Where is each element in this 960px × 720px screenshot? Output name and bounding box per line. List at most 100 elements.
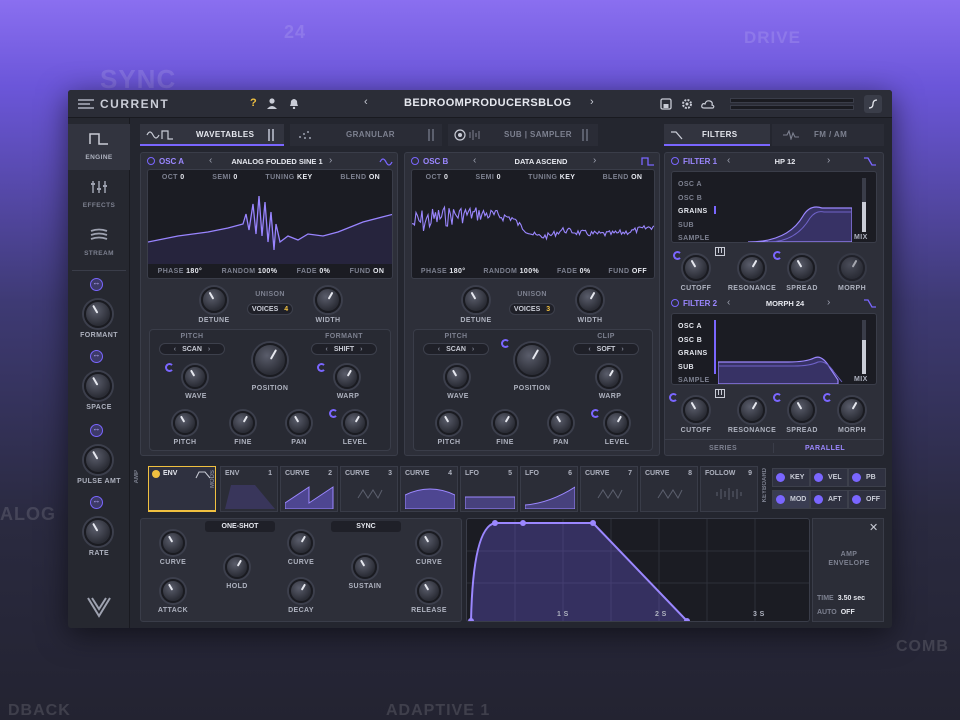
fine-knob[interactable] xyxy=(493,411,517,435)
drag-handle-icon[interactable] xyxy=(852,495,861,504)
prev-preset-icon[interactable]: ‹ xyxy=(364,96,368,108)
param-value[interactable]: ON xyxy=(373,268,384,275)
sustain-knob[interactable] xyxy=(353,555,377,579)
mod-slot[interactable]: CURVE 2 xyxy=(280,466,338,512)
series-button[interactable]: SERIES xyxy=(693,445,753,452)
prev-wave-icon[interactable]: ‹ xyxy=(473,155,476,166)
mix-slider[interactable] xyxy=(862,178,866,232)
clip-mode-selector[interactable]: ‹ SOFT › xyxy=(573,343,639,355)
param-value[interactable]: KEY xyxy=(560,174,576,181)
prev-wave-icon[interactable]: ‹ xyxy=(209,155,212,166)
off-source-button[interactable]: OFF xyxy=(848,490,886,509)
formant-macro-knob[interactable] xyxy=(84,300,112,328)
time-readout[interactable]: TIME 3.50 sec xyxy=(817,595,881,607)
auto-toggle[interactable]: AUTO OFF xyxy=(817,609,881,621)
detune-knob[interactable] xyxy=(201,287,227,313)
param-value[interactable]: 100% xyxy=(520,268,540,275)
filter2-cutoff-knob[interactable] xyxy=(683,397,709,423)
filter2-display[interactable]: OSC A OSC B GRAINS SUB SAMPLE MIX xyxy=(671,313,877,385)
one-shot-toggle[interactable]: ONE-SHOT xyxy=(205,521,275,532)
filter1-morph-knob[interactable] xyxy=(839,255,865,281)
curve-menu-button[interactable] xyxy=(864,95,882,113)
space-macro-knob[interactable] xyxy=(84,372,112,400)
mod-slot[interactable]: FOLLOW 9 xyxy=(700,466,758,512)
drag-handle-icon[interactable] xyxy=(152,470,160,478)
param-value[interactable]: 0% xyxy=(580,268,591,275)
mod-slot[interactable]: LFO 5 xyxy=(460,466,518,512)
sidebar-tab-stream[interactable]: STREAM xyxy=(68,220,130,266)
parallel-button[interactable]: PARALLEL xyxy=(795,445,855,452)
filter-slope-icon[interactable] xyxy=(863,299,877,308)
key-source-button[interactable]: KEY xyxy=(772,468,810,487)
mod-slot[interactable]: ENV 1 xyxy=(220,466,278,512)
route-grains[interactable]: GRAINS xyxy=(678,347,710,361)
tab-filters[interactable]: FILTERS xyxy=(664,124,770,146)
param-value[interactable]: 100% xyxy=(258,268,278,275)
filter1-resonance-knob[interactable] xyxy=(739,255,765,281)
width-knob[interactable] xyxy=(577,287,603,313)
param-value[interactable]: 0 xyxy=(180,174,184,181)
route-sample[interactable]: SAMPLE xyxy=(678,374,710,384)
close-icon[interactable]: ✕ xyxy=(869,521,878,534)
osc-a-display[interactable]: OCT 0 SEMI 0 TUNING KEY BLEND ON PHASE 1… xyxy=(147,169,393,279)
decay-knob[interactable] xyxy=(289,579,313,603)
sync-toggle[interactable]: SYNC xyxy=(331,521,401,532)
macro-mod-button[interactable] xyxy=(90,278,103,291)
sidebar-tab-effects[interactable]: EFFECTS xyxy=(68,172,130,218)
pan-knob[interactable] xyxy=(549,411,573,435)
filter-type[interactable]: MORPH 24 xyxy=(745,299,825,308)
param-value[interactable]: 180° xyxy=(449,268,465,275)
voices-selector[interactable]: VOICES 3 xyxy=(509,303,555,315)
next-filter-icon[interactable]: › xyxy=(827,155,830,166)
detune-knob[interactable] xyxy=(463,287,489,313)
macro-mod-button[interactable] xyxy=(90,496,103,509)
osc-b-display[interactable]: OCT 0 SEMI 0 TUNING KEY BLEND ON PHASE 1… xyxy=(411,169,655,279)
next-filter-icon[interactable]: › xyxy=(827,297,830,308)
pb-source-button[interactable]: PB xyxy=(848,468,886,487)
release-curve-knob[interactable] xyxy=(417,531,441,555)
route-sample[interactable]: SAMPLE xyxy=(678,232,710,242)
tab-pause-icon[interactable] xyxy=(582,129,584,141)
wave-knob[interactable] xyxy=(445,365,469,389)
next-preset-icon[interactable]: › xyxy=(590,96,594,108)
route-osc-a[interactable]: OSC A xyxy=(678,178,710,192)
warp-knob[interactable] xyxy=(335,365,359,389)
filter-type[interactable]: HP 12 xyxy=(745,157,825,166)
mix-slider[interactable] xyxy=(862,320,866,374)
filter1-cutoff-knob[interactable] xyxy=(683,255,709,281)
route-sub[interactable]: SUB xyxy=(678,219,710,233)
wave-knob[interactable] xyxy=(183,365,207,389)
keyboard-icon[interactable] xyxy=(715,247,725,256)
mod-slot[interactable]: CURVE 8 xyxy=(640,466,698,512)
mod-slot[interactable]: LFO 6 xyxy=(520,466,578,512)
param-value[interactable]: 0 xyxy=(444,174,448,181)
next-wave-icon[interactable]: › xyxy=(329,155,332,166)
pulse-amt-macro-knob[interactable] xyxy=(84,446,112,474)
filter1-spread-knob[interactable] xyxy=(789,255,815,281)
mod-slot[interactable]: CURVE 3 xyxy=(340,466,398,512)
prev-filter-icon[interactable]: ‹ xyxy=(727,155,730,166)
rate-macro-knob[interactable] xyxy=(84,518,112,546)
pitch-knob[interactable] xyxy=(173,411,197,435)
drag-handle-icon[interactable] xyxy=(776,473,785,482)
level-knob[interactable] xyxy=(605,411,629,435)
drag-handle-icon[interactable] xyxy=(776,495,785,504)
prev-filter-icon[interactable]: ‹ xyxy=(727,297,730,308)
formant-mode-selector[interactable]: ‹ SHIFT › xyxy=(311,343,377,355)
power-icon[interactable] xyxy=(411,157,419,165)
release-knob[interactable] xyxy=(417,579,441,603)
param-value[interactable]: KEY xyxy=(297,174,313,181)
decay-curve-knob[interactable] xyxy=(289,531,313,555)
square-wave-icon[interactable] xyxy=(641,157,655,166)
macro-mod-button[interactable] xyxy=(90,424,103,437)
tab-wavetables[interactable]: WAVETABLES xyxy=(140,124,284,146)
mod-slot-amp-env[interactable]: ENV xyxy=(148,466,216,512)
route-osc-b[interactable]: OSC B xyxy=(678,192,710,206)
power-icon[interactable] xyxy=(671,157,679,165)
position-knob[interactable] xyxy=(515,343,549,377)
drag-handle-icon[interactable] xyxy=(852,473,861,482)
wavetable-name[interactable]: DATA ASCEND xyxy=(491,157,591,166)
param-value[interactable]: 0 xyxy=(233,174,237,181)
macro-mod-button[interactable] xyxy=(90,350,103,363)
voices-selector[interactable]: VOICES 4 xyxy=(247,303,293,315)
